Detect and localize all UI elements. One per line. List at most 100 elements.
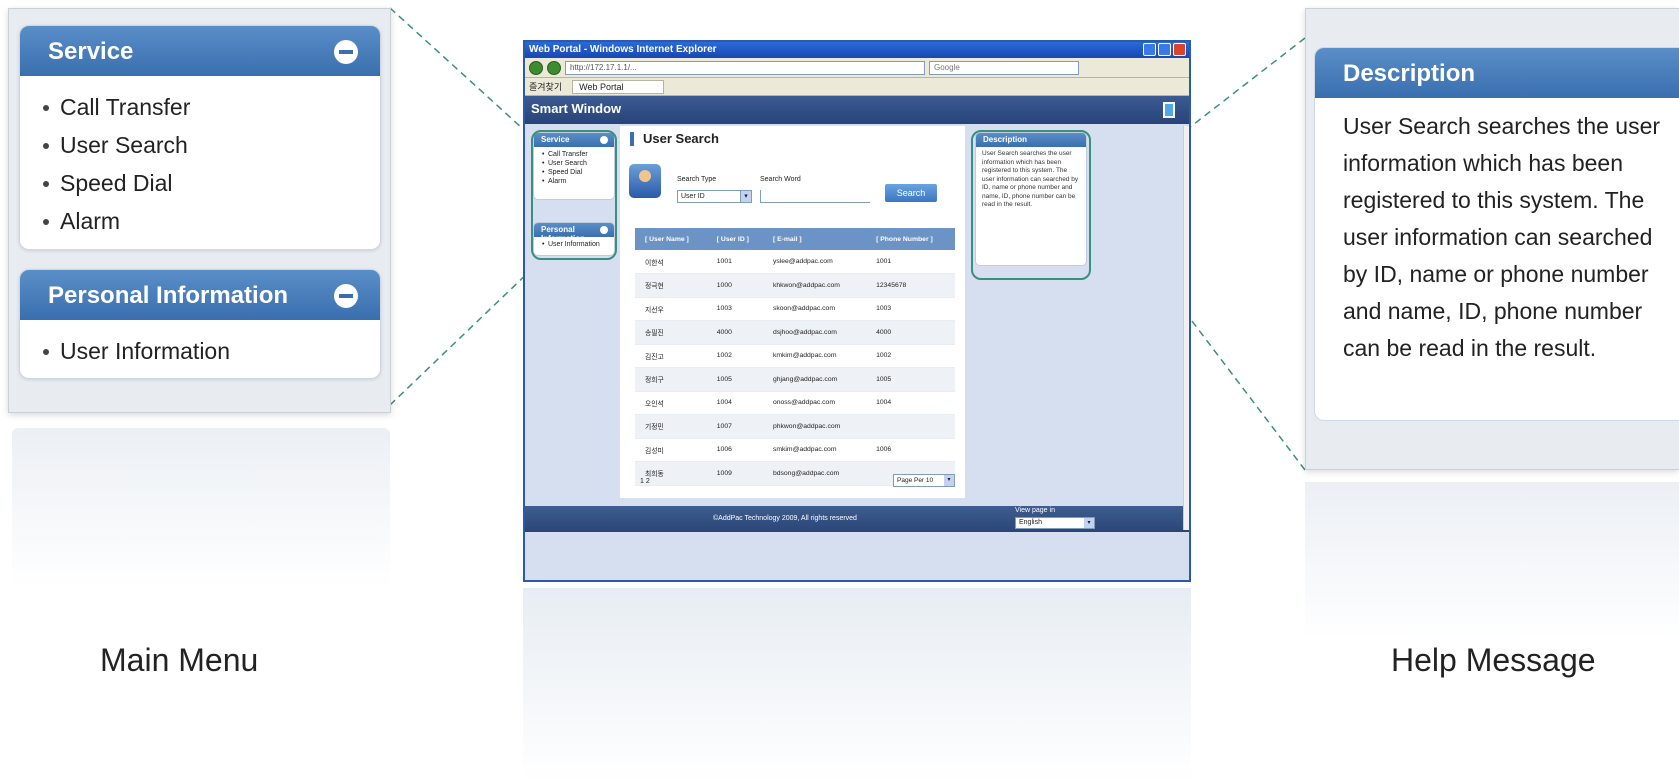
personal-header[interactable]: Personal Information: [20, 270, 380, 320]
search-type-select[interactable]: User ID ▾: [677, 190, 752, 203]
table-row[interactable]: 김진고 1002 kmkim@addpac.com 1002: [635, 344, 955, 368]
table-row[interactable]: 정극현 1000 khkwon@addpac.com 12345678: [635, 273, 955, 298]
caption-main-menu: Main Menu: [100, 642, 259, 678]
minimize-icon[interactable]: [1143, 43, 1156, 56]
chevron-down-icon[interactable]: ▾: [944, 475, 954, 486]
cell-phone: 1002: [866, 344, 955, 368]
cell-user-id: 1003: [706, 297, 763, 321]
cell-email: khkwon@addpac.com: [762, 273, 867, 298]
reflection: [1305, 482, 1679, 642]
table-row[interactable]: 지선우 1003 skoon@addpac.com 1003: [635, 297, 955, 321]
menu-item-user-information[interactable]: User Information: [43, 332, 380, 370]
cell-phone: 1001: [866, 250, 955, 274]
cell-phone: [866, 414, 955, 439]
search-word-label: Search Word: [760, 176, 801, 183]
service-title: Service: [48, 38, 134, 65]
personal-title: Personal Information: [48, 282, 289, 309]
app-footer: ©AddPac Technology 2009, All rights rese…: [525, 506, 1189, 532]
address-input[interactable]: http://172.17.1.1/...: [565, 60, 925, 75]
cell-phone: 1005: [866, 367, 955, 392]
browser-title: Web Portal - Windows Internet Explorer: [529, 44, 717, 55]
favorites-button[interactable]: 즐겨찾기: [529, 80, 562, 93]
view-page-label: View page in: [1015, 507, 1055, 514]
description-box-zoom: Description User Search searches the use…: [1314, 47, 1679, 421]
user-search-icon: [629, 164, 661, 198]
cell-user-id: 1005: [706, 367, 763, 392]
back-icon[interactable]: [529, 60, 543, 75]
table-row[interactable]: 오인석 1004 onoss@addpac.com 1004: [635, 391, 955, 415]
chevron-down-icon[interactable]: ▾: [740, 191, 751, 202]
address-bar: http://172.17.1.1/... Google: [525, 58, 1189, 78]
pagination[interactable]: 1 2: [640, 478, 650, 485]
page-per-value: Page Per 10: [897, 477, 934, 484]
cell-email: kmkim@addpac.com: [762, 344, 867, 368]
menu-item-call-transfer[interactable]: Call Transfer: [43, 88, 380, 126]
cell-user-name: 정희구: [635, 367, 707, 392]
cell-user-name: 김성미: [635, 438, 707, 462]
cell-user-name: 정극현: [635, 273, 707, 298]
cell-phone: 1004: [866, 391, 955, 415]
page-per-select[interactable]: Page Per 10 ▾: [893, 474, 955, 487]
search-button[interactable]: Search: [885, 184, 937, 202]
table-row[interactable]: 김성미 1006 smkim@addpac.com 1006: [635, 438, 955, 462]
tab-web-portal[interactable]: Web Portal: [572, 79, 665, 94]
collapse-icon[interactable]: [334, 284, 358, 308]
cell-user-id: 1001: [706, 250, 763, 274]
cell-user-name: 이한석: [635, 250, 707, 274]
highlight-frame-help: [971, 130, 1091, 280]
col-user-name[interactable]: [ User Name ]: [635, 228, 707, 250]
table-row[interactable]: 이한석 1001 yslee@addpac.com 1001: [635, 250, 955, 274]
cell-phone: 4000: [866, 320, 955, 345]
cell-user-id: 1006: [706, 438, 763, 462]
language-select[interactable]: English ▾: [1015, 517, 1095, 529]
cell-user-name: 김진고: [635, 344, 707, 368]
menu-item-alarm[interactable]: Alarm: [43, 202, 380, 240]
personal-menu-zoom: Personal Information User Information: [19, 269, 381, 379]
cell-email: bdsong@addpac.com: [762, 461, 867, 486]
description-text: User Search searches the user informatio…: [1343, 113, 1661, 361]
app-title: Smart Window: [531, 101, 622, 116]
page-title: User Search: [630, 132, 719, 146]
search-type-value: User ID: [681, 193, 705, 200]
cell-phone: 12345678: [866, 273, 955, 298]
menu-item-speed-dial[interactable]: Speed Dial: [43, 164, 380, 202]
copyright-text: ©AddPac Technology 2009, All rights rese…: [713, 515, 857, 522]
cell-phone: 1006: [866, 438, 955, 462]
table-header-row: [ User Name ] [ User ID ] [ E-mail ] [ P…: [635, 228, 955, 250]
tab-bar: 즐겨찾기 Web Portal: [525, 78, 1189, 96]
help-message-zoom: Description User Search searches the use…: [1305, 8, 1679, 470]
reflection: [12, 428, 390, 588]
cell-email: onoss@addpac.com: [762, 391, 867, 415]
cell-email: yslee@addpac.com: [762, 250, 867, 274]
col-phone[interactable]: [ Phone Number ]: [866, 228, 955, 250]
cell-email: ghjang@addpac.com: [762, 367, 867, 392]
search-word-input[interactable]: [760, 190, 870, 203]
chevron-down-icon[interactable]: ▾: [1084, 518, 1094, 528]
cell-user-name: 지선우: [635, 297, 707, 321]
cell-user-id: 1002: [706, 344, 763, 368]
col-email[interactable]: [ E-mail ]: [762, 228, 867, 250]
browser-search-input[interactable]: Google: [929, 60, 1079, 75]
cell-user-id: 1009: [706, 461, 763, 486]
collapse-icon[interactable]: [334, 40, 358, 64]
language-value: English: [1019, 519, 1042, 526]
cell-user-name: 오인석: [635, 391, 707, 415]
table-row[interactable]: 기정민 1007 phkwon@addpac.com: [635, 414, 955, 439]
service-header[interactable]: Service: [20, 26, 380, 76]
close-icon[interactable]: [1173, 43, 1186, 56]
caption-help-message: Help Message: [1391, 642, 1596, 678]
scrollbar[interactable]: [1183, 126, 1189, 530]
logo-icon[interactable]: [1163, 102, 1175, 118]
user-table: [ User Name ] [ User ID ] [ E-mail ] [ P…: [635, 228, 955, 486]
col-user-id[interactable]: [ User ID ]: [706, 228, 763, 250]
table-row[interactable]: 송필진 4000 dsjhoo@addpac.com 4000: [635, 320, 955, 345]
cell-user-name: 송필진: [635, 320, 707, 345]
menu-item-user-search[interactable]: User Search: [43, 126, 380, 164]
table-row[interactable]: 정희구 1005 ghjang@addpac.com 1005: [635, 367, 955, 392]
reflection: [523, 588, 1191, 782]
forward-icon[interactable]: [547, 60, 561, 75]
maximize-icon[interactable]: [1158, 43, 1171, 56]
cell-email: phkwon@addpac.com: [762, 414, 867, 439]
app-body: Service Call Transfer User Search Speed …: [525, 126, 1189, 546]
description-header: Description: [1315, 48, 1679, 98]
